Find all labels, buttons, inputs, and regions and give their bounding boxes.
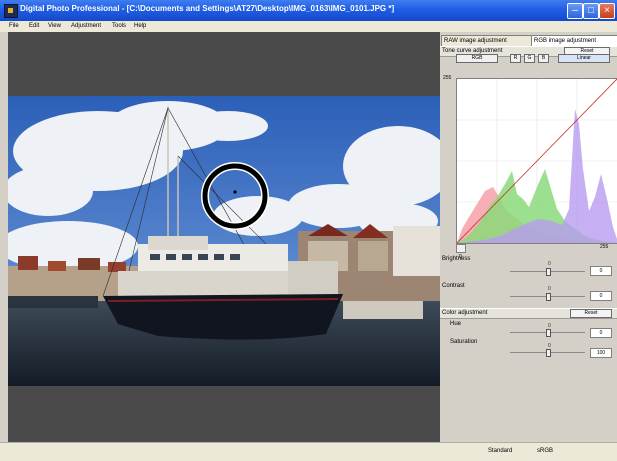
brightness-label: Brightness: [442, 256, 471, 262]
brightness-scale-value: 0: [548, 261, 551, 267]
brightness-value-field[interactable]: 0: [590, 266, 612, 276]
menu-bar: File Edit View Adjustment Tools Help: [0, 21, 617, 32]
color-adjustment-title: Color adjustment: [442, 310, 488, 316]
close-button[interactable]: ×: [599, 3, 615, 19]
app-icon: [4, 4, 18, 18]
menu-adjustment[interactable]: Adjustment: [71, 23, 101, 29]
hue-slider-thumb[interactable]: [546, 329, 551, 337]
menu-tools[interactable]: Tools: [112, 23, 126, 29]
adjustment-panel: RAW image adjustment RGB image adjustmen…: [440, 32, 617, 442]
color-adjustment-reset-button[interactable]: Reset: [570, 309, 612, 318]
maximize-button[interactable]: □: [583, 3, 599, 19]
menu-view[interactable]: View: [48, 23, 61, 29]
tab-raw-image-adjustment[interactable]: RAW image adjustment: [441, 35, 533, 46]
saturation-scale-value: 0: [548, 343, 551, 349]
menu-help[interactable]: Help: [134, 23, 146, 29]
minimize-icon: –: [572, 5, 578, 16]
contrast-scale-value: 0: [548, 286, 551, 292]
channel-b-button[interactable]: B: [538, 54, 549, 63]
menu-edit[interactable]: Edit: [29, 23, 39, 29]
color-adjustment-header: Color adjustment Reset: [440, 308, 617, 319]
menu-file[interactable]: File: [9, 23, 19, 29]
status-bar: Standard sRGB: [0, 442, 617, 461]
saturation-slider-thumb[interactable]: [546, 349, 551, 357]
channel-g-button[interactable]: G: [524, 54, 535, 63]
hue-label: Hue: [450, 321, 462, 327]
saturation-value-field[interactable]: 100: [590, 348, 612, 358]
contrast-slider-thumb[interactable]: [546, 293, 551, 301]
channel-r-button[interactable]: R: [510, 54, 521, 63]
histogram-tone-curve[interactable]: [456, 78, 617, 244]
picture-style-status: Standard: [488, 448, 513, 454]
input-black-point-marker[interactable]: [456, 244, 466, 253]
close-icon: ×: [604, 5, 610, 16]
hue-value-field[interactable]: 0: [590, 328, 612, 338]
saturation-label: Saturation: [450, 339, 478, 345]
contrast-label: Contrast: [442, 283, 465, 289]
histogram-top-value: 255: [443, 75, 452, 81]
curve-mode-select[interactable]: Linear: [558, 54, 610, 63]
minimize-button[interactable]: –: [567, 3, 583, 19]
channel-select[interactable]: RGB: [456, 54, 498, 63]
window-title: Digital Photo Professional - [C:\Documen…: [20, 4, 395, 13]
contrast-value-field[interactable]: 0: [590, 291, 612, 301]
maximize-icon: □: [587, 5, 595, 16]
photo-image[interactable]: [8, 96, 440, 386]
histogram-bottom-right-value: 255: [600, 244, 609, 250]
brightness-slider-thumb[interactable]: [546, 268, 551, 276]
title-bar: Digital Photo Professional - [C:\Documen…: [0, 0, 617, 21]
color-space-status: sRGB: [537, 448, 554, 454]
tab-rgb-image-adjustment[interactable]: RGB image adjustment: [531, 35, 617, 46]
hue-scale-value: 0: [548, 323, 551, 329]
